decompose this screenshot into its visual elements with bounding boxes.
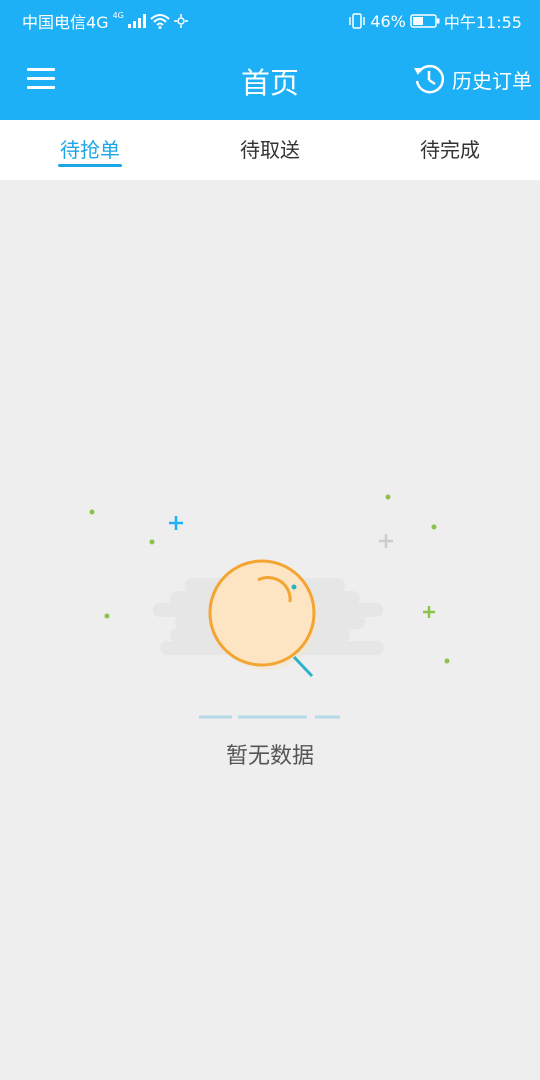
magnifier-handle	[292, 655, 314, 678]
tab-pending-complete[interactable]: 待完成	[360, 120, 540, 180]
status-right: 46% 中午11:55	[348, 9, 522, 33]
network-badge: 4G	[112, 10, 124, 20]
empty-state-illustration	[89, 494, 450, 719]
empty-state-message: 暂无数据	[225, 744, 314, 769]
history-orders-button[interactable]: 历史订单	[412, 62, 532, 96]
tab-bar: 待抢单 待取送 待完成	[0, 120, 540, 180]
clock-time: 中午11:55	[443, 13, 522, 32]
vibrate-icon	[349, 13, 366, 29]
signal-icon	[127, 14, 146, 28]
wifi-icon	[150, 14, 170, 29]
history-orders-label: 历史订单	[452, 68, 532, 93]
location-icon	[173, 14, 188, 28]
status-left: 中国电信4G 4G	[22, 9, 188, 33]
app-bar: 首页 历史订单	[0, 38, 540, 120]
tab-label: 待抢单	[60, 138, 120, 162]
tab-label: 待完成	[420, 138, 480, 162]
tab-pending-grab[interactable]: 待抢单	[0, 120, 180, 180]
carrier-label: 中国电信4G	[22, 13, 109, 32]
tab-pending-pickup[interactable]: 待取送	[180, 120, 360, 180]
status-bar: 中国电信4G 4G 46% 中午11:55	[0, 0, 540, 38]
active-tab-indicator	[58, 164, 122, 167]
tab-label: 待取送	[240, 138, 300, 162]
battery-percent: 46%	[370, 11, 406, 31]
battery-icon	[410, 14, 440, 28]
history-icon	[414, 64, 445, 94]
magnifier-lens	[208, 559, 316, 667]
